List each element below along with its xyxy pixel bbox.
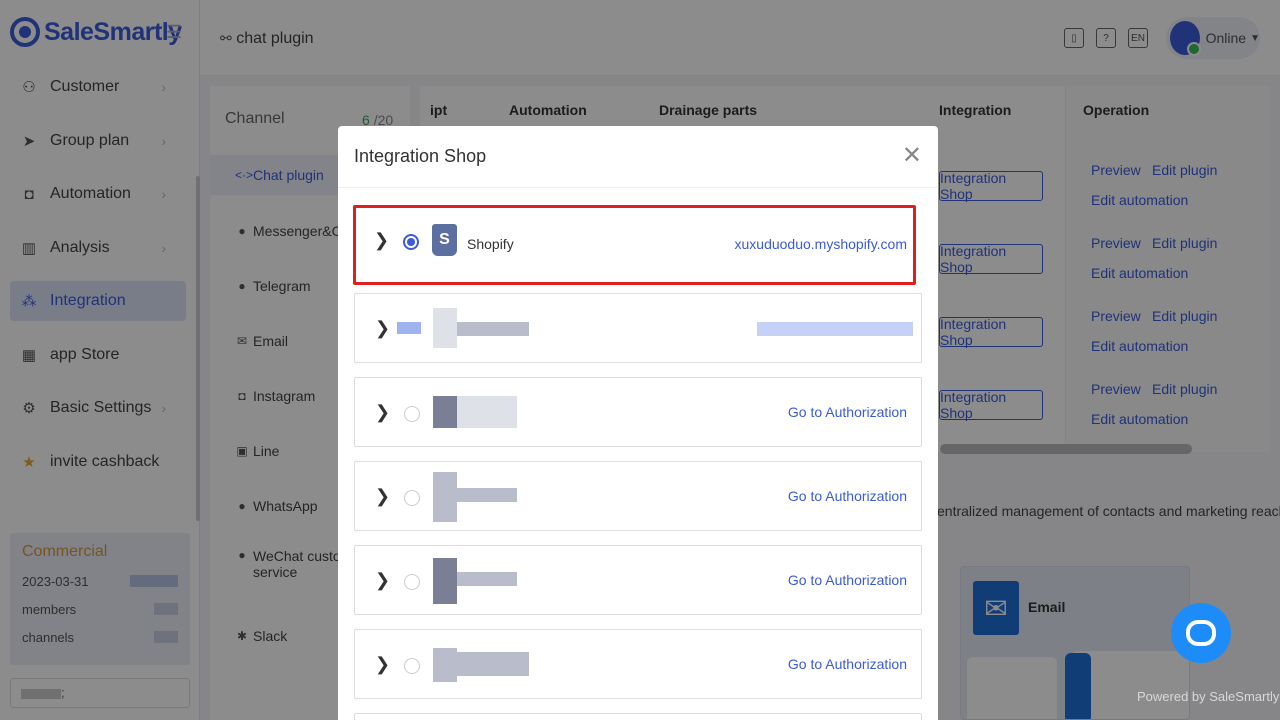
shop-row[interactable]: ❯ Go to Authorization bbox=[354, 545, 922, 615]
redacted-name bbox=[457, 652, 529, 676]
close-icon[interactable]: ✕ bbox=[902, 144, 922, 168]
redacted-logo bbox=[433, 396, 457, 428]
modal-title: Integration Shop bbox=[354, 146, 487, 166]
authorize-link[interactable]: Go to Authorization bbox=[788, 656, 907, 672]
shop-radio[interactable] bbox=[403, 234, 419, 250]
redacted-logo bbox=[433, 648, 457, 682]
redacted-logo bbox=[433, 472, 457, 522]
chevron-right-icon[interactable]: ❯ bbox=[375, 570, 390, 591]
authorize-link[interactable]: Go to Authorization bbox=[788, 572, 907, 588]
chevron-right-icon[interactable]: ❯ bbox=[375, 402, 390, 423]
shop-row[interactable]: ❯ bbox=[354, 293, 922, 363]
authorize-link[interactable]: Go to Authorization bbox=[788, 488, 907, 504]
shop-radio[interactable] bbox=[404, 658, 420, 674]
powered-by-text: Powered by SaleSmartly bbox=[1137, 689, 1280, 704]
redacted-name bbox=[457, 322, 529, 336]
chevron-right-icon[interactable]: ❯ bbox=[374, 230, 389, 251]
shop-domain-link[interactable]: xuxuduoduo.myshopify.com bbox=[735, 236, 908, 252]
authorize-link[interactable]: Go to Authorization bbox=[788, 404, 907, 420]
shop-name: Shopify bbox=[467, 236, 514, 252]
chat-widget-button[interactable] bbox=[1171, 603, 1231, 663]
redacted-logo bbox=[433, 558, 457, 604]
integration-shop-modal: Integration Shop ✕ ❯ S Shopify xuxuduodu… bbox=[338, 126, 938, 720]
shop-row[interactable]: ❯ Go to Authorization bbox=[354, 377, 922, 447]
redacted-logo bbox=[397, 322, 421, 334]
redacted-name bbox=[457, 488, 517, 502]
shopify-icon: S bbox=[432, 224, 457, 256]
redacted-logo bbox=[433, 308, 457, 348]
shop-row[interactable] bbox=[354, 713, 922, 720]
shop-row[interactable]: ❯ Go to Authorization bbox=[354, 629, 922, 699]
redacted-link bbox=[757, 322, 913, 336]
redacted-name bbox=[457, 572, 517, 586]
chat-icon bbox=[1186, 620, 1216, 646]
redacted-name bbox=[457, 396, 517, 428]
chevron-right-icon[interactable]: ❯ bbox=[375, 486, 390, 507]
shop-row-shopify[interactable]: ❯ S Shopify xuxuduoduo.myshopify.com bbox=[353, 205, 916, 285]
shop-radio[interactable] bbox=[404, 490, 420, 506]
chevron-right-icon[interactable]: ❯ bbox=[375, 654, 390, 675]
shop-row[interactable]: ❯ Go to Authorization bbox=[354, 461, 922, 531]
modal-header: Integration Shop ✕ bbox=[338, 126, 938, 188]
shop-radio[interactable] bbox=[404, 406, 420, 422]
shop-radio[interactable] bbox=[404, 574, 420, 590]
chevron-right-icon[interactable]: ❯ bbox=[375, 318, 390, 339]
